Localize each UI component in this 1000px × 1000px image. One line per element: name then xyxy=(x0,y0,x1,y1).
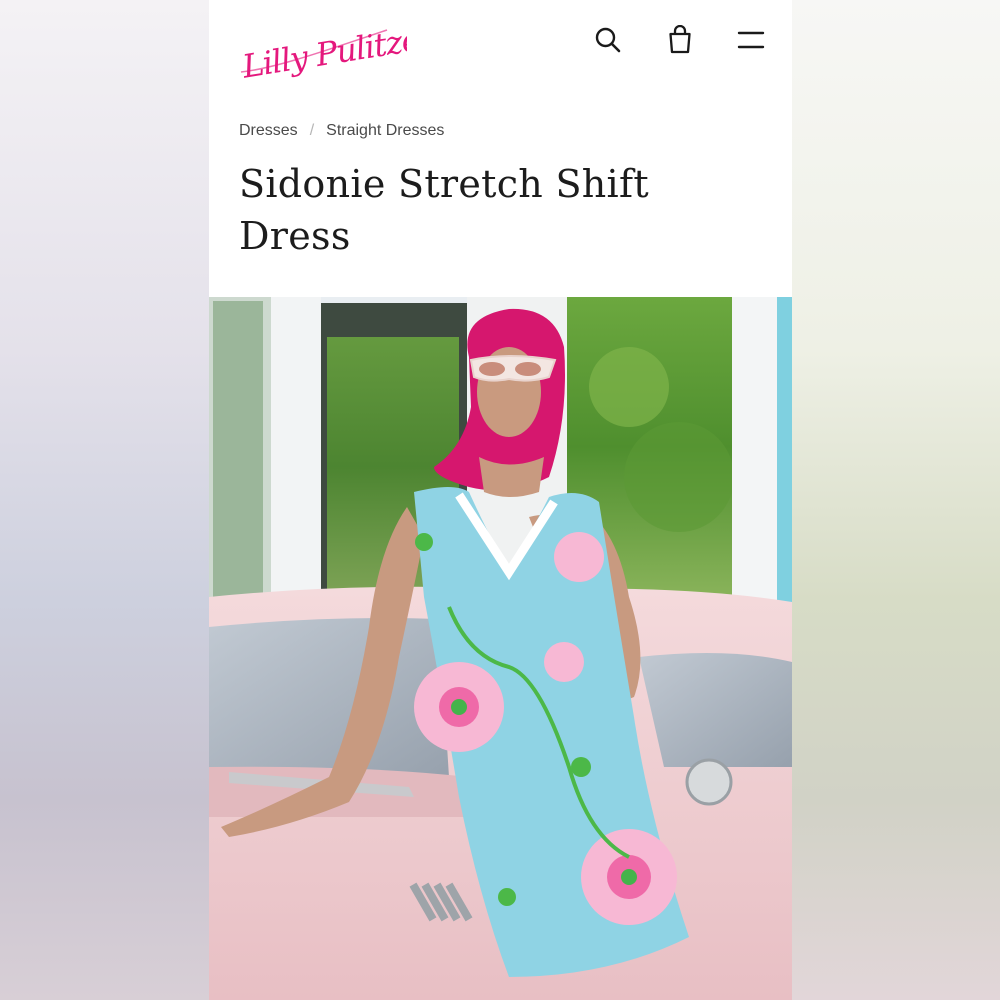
breadcrumb-separator: / xyxy=(309,122,315,139)
breadcrumb: Dresses / Straight Dresses xyxy=(239,122,444,140)
hamburger-menu-icon[interactable] xyxy=(735,24,767,56)
svg-text:Lilly Pulitzer: Lilly Pulitzer xyxy=(239,17,407,82)
breadcrumb-link-dresses[interactable]: Dresses xyxy=(239,122,298,140)
breadcrumb-link-straight-dresses[interactable]: Straight Dresses xyxy=(326,122,444,140)
product-hero-image[interactable] xyxy=(209,297,792,1000)
shopping-bag-icon[interactable] xyxy=(664,24,696,56)
search-icon[interactable] xyxy=(592,24,624,56)
site-header: Lilly Pulitzer xyxy=(209,0,792,90)
model-photo xyxy=(209,297,792,1000)
logo-script: Lilly Pulitzer xyxy=(239,17,439,85)
brand-logo[interactable]: Lilly Pulitzer xyxy=(237,10,439,86)
product-page: Lilly Pulitzer Dresses / Straight Dresse… xyxy=(209,0,792,1000)
product-title: Sidonie Stretch Shift Dress xyxy=(239,162,649,258)
background-blur-left xyxy=(0,0,209,1000)
background-blur-right xyxy=(792,0,1000,1000)
